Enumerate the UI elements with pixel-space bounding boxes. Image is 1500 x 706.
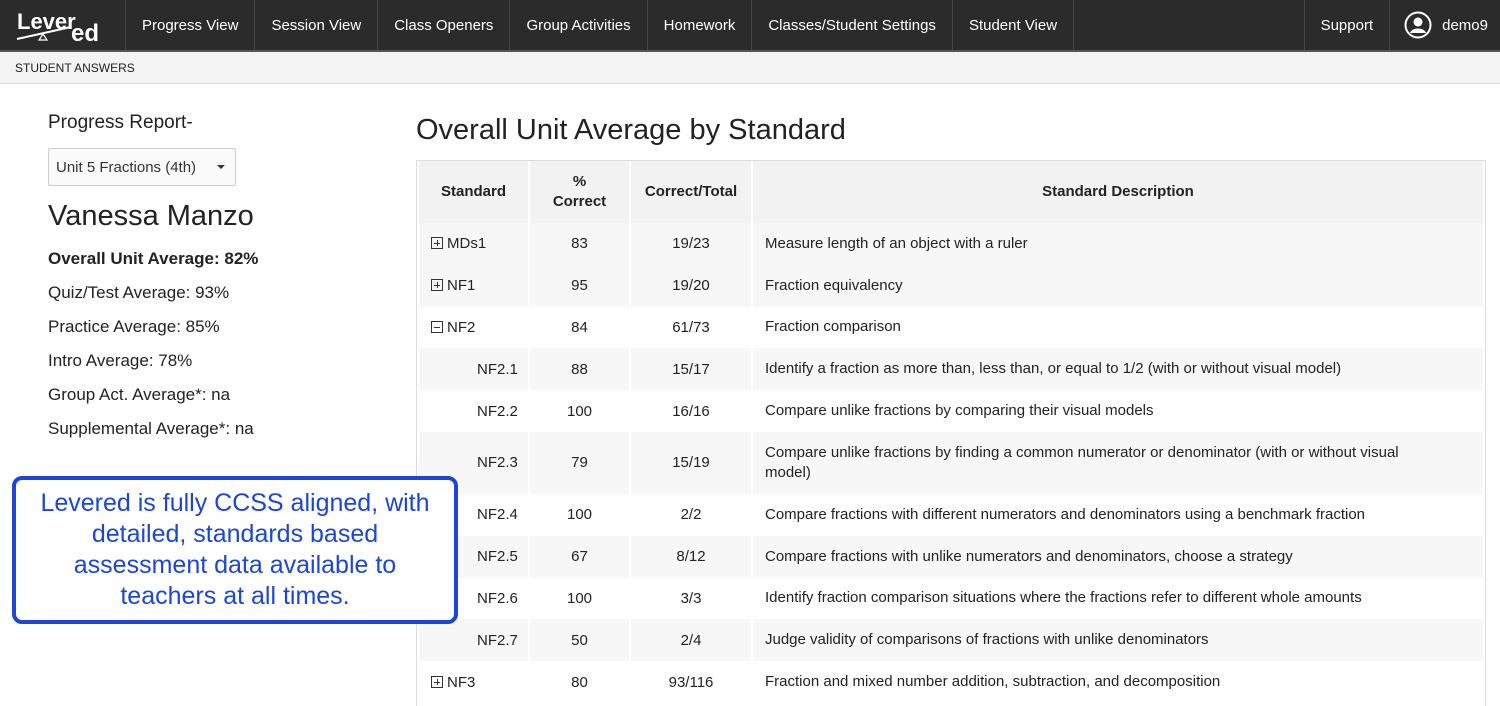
svg-text:Lever: Lever — [17, 9, 76, 34]
description-cell: Compare unlike fractions by comparing th… — [765, 402, 1154, 420]
header-percent-correct: % Correct — [530, 161, 629, 223]
correct-total-cell: 61/73 — [672, 318, 710, 336]
correct-total-cell: 16/16 — [672, 402, 710, 420]
percent-cell: 100 — [566, 589, 593, 607]
user-menu[interactable]: demo9 — [1389, 0, 1500, 50]
supplemental-average: Supplemental Average*: na — [48, 419, 254, 438]
description-cell: Judge validity of comparisons of fractio… — [753, 619, 1483, 662]
percent-cell: 67 — [530, 535, 629, 578]
nav-classes-student-settings[interactable]: Classes/Student Settings — [752, 0, 953, 50]
group-activity-average: Group Act. Average*: na — [48, 385, 231, 404]
standards-table: Standard % Correct Correct/Total Standar… — [417, 161, 1485, 703]
header-correct-total: Correct/Total — [631, 161, 751, 223]
nav-menu: Progress View Session View Class Openers… — [126, 0, 1075, 50]
table-row: NF2.7 50 2/4 Judge validity of compariso… — [419, 619, 1483, 662]
standard-code-cell[interactable]: MDs1 — [419, 223, 528, 265]
table-row[interactable]: MDs1 83 19/23 Measure length of an objec… — [419, 223, 1483, 265]
standard-code-cell[interactable]: NF3 — [419, 661, 528, 703]
ccss-callout: Levered is fully CCSS aligned, with deta… — [12, 476, 458, 624]
user-avatar-icon — [1404, 11, 1432, 39]
student-answers-link[interactable]: STUDENT ANSWERS — [15, 61, 135, 75]
callout-text: Levered is fully CCSS aligned, with deta… — [40, 489, 430, 610]
description-cell: Identify fraction comparison situations … — [765, 589, 1362, 607]
correct-total-cell: 19/20 — [631, 264, 751, 307]
standards-table-container: Standard % Correct Correct/Total Standar… — [416, 160, 1486, 706]
student-name: Vanessa Manzo — [48, 200, 254, 232]
header-standard-description: Standard Description — [753, 161, 1483, 223]
description-cell: Measure length of an object with a ruler — [753, 223, 1483, 265]
correct-total-cell: 93/116 — [668, 673, 714, 691]
correct-total-cell: 8/12 — [631, 535, 751, 578]
table-row[interactable]: NF2 84 61/73 Fraction comparison — [419, 307, 1483, 349]
practice-average: Practice Average: 85% — [48, 317, 220, 336]
expand-plus-icon[interactable] — [431, 675, 443, 688]
left-panel: Progress Report- Unit 5 Fractions (4th) … — [48, 112, 378, 439]
nav-progress-view[interactable]: Progress View — [126, 0, 256, 50]
percent-cell: 100 — [566, 402, 593, 420]
intro-average: Intro Average: 78% — [48, 351, 193, 370]
levered-logo-mark: Lever ed — [16, 9, 99, 45]
percent-cell: 95 — [530, 264, 629, 307]
overall-unit-average: Overall Unit Average: 82% — [48, 249, 259, 268]
correct-total-cell: 3/3 — [680, 589, 702, 607]
percent-cell: 83 — [530, 223, 629, 265]
table-row: NF2.6 100 3/3 Identify fraction comparis… — [419, 578, 1483, 620]
svg-text:ed: ed — [71, 20, 99, 45]
nav-homework[interactable]: Homework — [648, 0, 753, 50]
unit-select[interactable]: Unit 5 Fractions (4th) — [48, 148, 236, 186]
nav-student-view[interactable]: Student View — [953, 0, 1075, 50]
percent-cell: 84 — [571, 318, 588, 336]
table-row[interactable]: NF1 95 19/20 Fraction equivalency — [419, 264, 1483, 307]
percent-cell: 80 — [571, 673, 588, 691]
quiz-test-average: Quiz/Test Average: 93% — [48, 283, 230, 302]
description-cell: Fraction and mixed number addition, subt… — [765, 673, 1221, 691]
nav-class-openers[interactable]: Class Openers — [378, 0, 511, 50]
description-cell: Compare fractions with unlike numerators… — [753, 535, 1483, 578]
header-standard: Standard — [419, 161, 528, 223]
correct-total-cell: 2/2 — [680, 506, 702, 524]
table-row[interactable]: NF3 80 93/116 Fraction and mixed number … — [419, 661, 1483, 703]
description-cell: Fraction comparison — [765, 318, 901, 336]
correct-total-cell: 15/19 — [631, 431, 751, 494]
standard-code-cell[interactable]: NF1 — [419, 264, 528, 307]
table-row: NF2.1 88 15/17 Identify a fraction as mo… — [419, 348, 1483, 391]
percent-cell: 50 — [530, 619, 629, 662]
expand-plus-icon[interactable] — [431, 279, 443, 292]
percent-cell: 88 — [530, 348, 629, 391]
username: demo9 — [1442, 16, 1488, 34]
percent-cell: 100 — [566, 506, 593, 524]
correct-total-cell: 19/23 — [631, 223, 751, 265]
description-cell: Identify a fraction as more than, less t… — [753, 348, 1483, 391]
nav-right: Support demo9 — [1303, 0, 1500, 50]
description-cell: Compare fractions with different numerat… — [765, 505, 1366, 523]
table-header-row: Standard % Correct Correct/Total Standar… — [419, 161, 1483, 223]
description-cell: Compare unlike fractions by finding a co… — [753, 431, 1483, 494]
caret-down-icon — [217, 165, 225, 169]
nav-session-view[interactable]: Session View — [255, 0, 379, 50]
subheader-bar: STUDENT ANSWERS — [0, 52, 1500, 84]
top-navbar: Lever ed Progress View Session View Clas… — [0, 0, 1500, 52]
sub-standard-code-cell: NF2.1 — [419, 348, 528, 391]
unit-select-value: Unit 5 Fractions (4th) — [56, 158, 197, 176]
table-row: NF2.3 79 15/19 Compare unlike fractions … — [419, 431, 1483, 494]
expand-plus-icon[interactable] — [431, 237, 443, 250]
sub-standard-code-cell: NF2.2 — [477, 402, 518, 420]
collapse-minus-icon[interactable] — [431, 320, 443, 333]
standard-code-cell[interactable]: NF2 — [419, 307, 528, 349]
nav-group-activities[interactable]: Group Activities — [510, 0, 648, 50]
sub-standard-code-cell: NF2.7 — [419, 619, 528, 662]
description-cell: Fraction equivalency — [753, 264, 1483, 307]
nav-support[interactable]: Support — [1303, 0, 1390, 50]
correct-total-cell: 2/4 — [631, 619, 751, 662]
table-row: NF2.2 100 16/16 Compare unlike fractions… — [419, 390, 1483, 432]
percent-cell: 79 — [530, 431, 629, 494]
table-row: NF2.4 100 2/2 Compare fractions with dif… — [419, 494, 1483, 536]
levered-logo[interactable]: Lever ed — [0, 0, 126, 50]
progress-report-label: Progress Report- — [48, 112, 193, 133]
page-title: Overall Unit Average by Standard — [416, 114, 846, 146]
table-row: NF2.5 67 8/12 Compare fractions with unl… — [419, 535, 1483, 578]
correct-total-cell: 15/17 — [631, 348, 751, 391]
